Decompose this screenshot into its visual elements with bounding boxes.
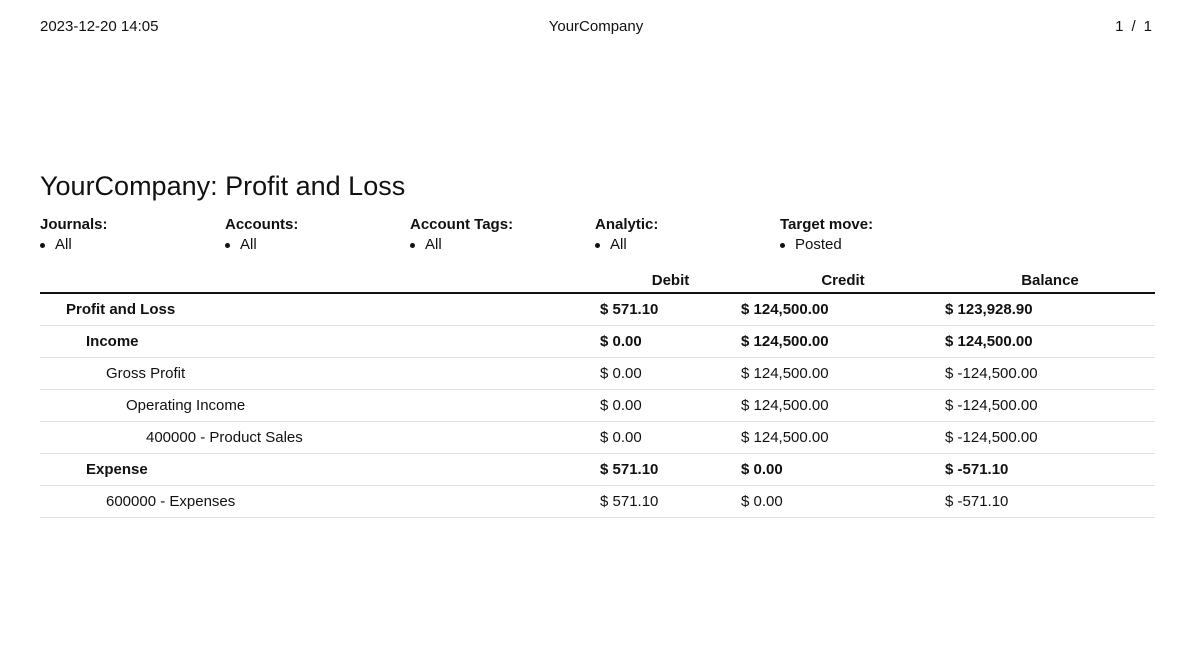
column-header-name [40,270,600,294]
header-company-name: YourCompany [548,18,644,35]
account-name: 600000 - Expenses [40,485,600,518]
balance-amount: $ 123,928.90 [945,293,1155,326]
page-total: 1 [1143,18,1152,35]
page-current: 1 [1115,18,1124,35]
balance-amount: $ -124,500.00 [945,421,1155,454]
account-name: Profit and Loss [40,293,600,326]
table-row: Expense $ 571.10 $ 0.00 $ -571.10 [40,453,1155,486]
filter-value: All [410,235,595,255]
bullet-icon [225,243,230,248]
page-header: 2023-12-20 14:05 YourCompany 1/1 [40,16,1152,38]
account-name: Income [40,325,600,358]
bullet-icon [40,243,45,248]
debit-amount: $ 571.10 [600,485,741,518]
debit-amount: $ 0.00 [600,389,741,422]
report-title: YourCompany: Profit and Loss [40,171,406,201]
table-row: Profit and Loss $ 571.10 $ 124,500.00 $ 123… [40,293,1155,326]
table-row: Income $ 0.00 $ 124,500.00 $ 124,500.00 [40,325,1155,358]
table-header-row: Debit Credit Balance [40,270,1155,294]
debit-amount: $ 0.00 [600,325,741,358]
filter-label: Target move: [780,216,874,233]
balance-amount: $ -571.10 [945,453,1155,486]
credit-amount: $ 124,500.00 [741,357,945,390]
page-separator: / [1131,18,1136,35]
filter-journals: Journals: All [40,215,225,255]
bullet-icon [780,243,785,248]
column-header-balance: Balance [945,270,1155,294]
credit-amount: $ 124,500.00 [741,325,945,358]
filter-analytic: Analytic: All [595,215,780,255]
table-body: Profit and Loss $ 571.10 $ 124,500.00 $ 123… [40,293,1155,518]
bullet-icon [595,243,600,248]
balance-amount: $ -571.10 [945,485,1155,518]
credit-amount: $ 124,500.00 [741,421,945,454]
filter-value: All [40,235,225,255]
credit-amount: $ 0.00 [741,485,945,518]
credit-amount: $ 124,500.00 [741,389,945,422]
credit-amount: $ 124,500.00 [741,293,945,326]
filter-label: Journals: [40,216,108,233]
debit-amount: $ 571.10 [600,453,741,486]
filter-accounts: Accounts: All [225,215,410,255]
balance-amount: $ 124,500.00 [945,325,1155,358]
table-row: Gross Profit $ 0.00 $ 124,500.00 $ -124,500… [40,357,1155,390]
debit-amount: $ 0.00 [600,357,741,390]
column-header-credit: Credit [741,270,945,294]
page-counter: 1 / 1 [1115,16,1152,38]
filter-value: Posted [780,235,965,255]
bullet-icon [410,243,415,248]
profit-loss-table: Debit Credit Balance Profit and Loss $ 57… [40,270,1155,518]
debit-amount: $ 571.10 [600,293,741,326]
filter-label: Accounts: [225,216,299,233]
account-name: Expense [40,453,600,486]
filter-account-tags: Account Tags: All [410,215,595,255]
account-name: Gross Profit [40,357,600,390]
table-row: Operating Income $ 0.00 $ 124,500.00 $ -124… [40,389,1155,422]
balance-amount: $ -124,500.00 [945,389,1155,422]
filter-target-move: Target move: Posted [780,215,965,255]
credit-amount: $ 0.00 [741,453,945,486]
account-name: Operating Income [40,389,600,422]
table-row: 600000 - Expenses $ 571.10 $ 0.00 $ -571.10 [40,485,1155,518]
filter-value: All [595,235,780,255]
report-filters: Journals: All Accounts: All Account Tags… [40,215,1155,259]
table-row: 400000 - Product Sales $ 0.00 $ 124,500.00… [40,421,1155,454]
balance-amount: $ -124,500.00 [945,357,1155,390]
filter-value: All [225,235,410,255]
account-name: 400000 - Product Sales [40,421,600,454]
filter-label: Account Tags: [410,216,514,233]
column-header-debit: Debit [600,270,741,294]
debit-amount: $ 0.00 [600,421,741,454]
filter-label: Analytic: [595,216,659,233]
